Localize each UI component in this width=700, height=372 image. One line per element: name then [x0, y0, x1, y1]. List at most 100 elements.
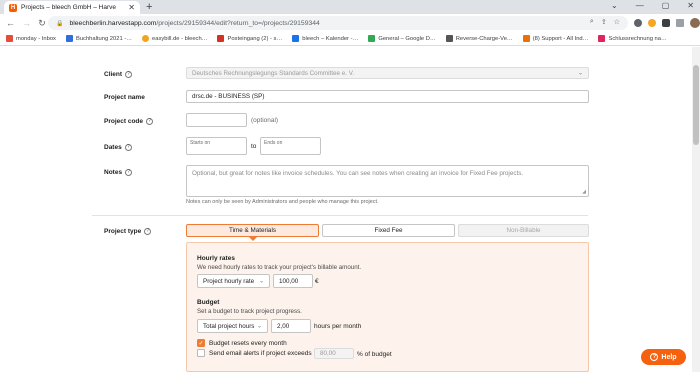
bookmark-item[interactable]: Buchhaltung 2021 -… — [65, 35, 133, 42]
help-icon[interactable]: ? — [124, 143, 132, 151]
project-name-input[interactable]: drsc.de - BUSINESS (SP) — [186, 90, 589, 103]
client-select[interactable]: Deutsches Rechnungslegungs Standards Com… — [186, 67, 589, 79]
hourly-rate-select-value: Project hourly rate — [203, 277, 255, 285]
help-button-label: Help — [661, 353, 677, 361]
new-tab-icon[interactable]: + — [146, 1, 152, 13]
budget-desc: Set a budget to track project progress. — [197, 308, 302, 315]
project-code-label-text: Project code — [104, 117, 144, 125]
currency-symbol: € — [315, 278, 319, 285]
bookmark-favicon-icon — [522, 35, 530, 42]
browser-toolbar: ← → ↻ 🔒 bleechberlin.harvestapp.com/proj… — [0, 14, 700, 32]
bookmark-label: Posteingang (2) - s… — [227, 35, 283, 42]
sidebar-icon[interactable] — [676, 19, 684, 27]
address-bar[interactable]: 🔒 bleechberlin.harvestapp.com/projects/2… — [48, 16, 628, 30]
bookmark-item[interactable]: Posteingang (2) - s… — [217, 35, 282, 42]
email-alert-threshold-input[interactable]: 80,00 — [314, 348, 354, 359]
email-alert-checkbox[interactable] — [197, 349, 205, 357]
tab-close-icon[interactable]: ✕ — [128, 3, 135, 12]
minimize-icon[interactable]: — — [636, 1, 644, 10]
help-button[interactable]: ? Help — [641, 349, 686, 365]
forward-icon[interactable]: → — [22, 18, 31, 28]
notes-textarea[interactable]: Optional, but great for notes like invoi… — [186, 165, 589, 197]
project-type-label: Project type ? — [104, 227, 152, 235]
bookmark-item[interactable]: Reverse-Charge-Ve… — [445, 35, 513, 42]
bookmark-item[interactable]: monday - Inbox — [6, 35, 56, 42]
resize-handle-icon[interactable]: ◢ — [582, 189, 586, 195]
email-alert-suffix: % of budget — [357, 351, 392, 358]
avatar[interactable] — [690, 18, 700, 28]
notes-label-text: Notes — [104, 168, 123, 176]
extension-icons: ⋮ — [634, 18, 700, 28]
budget-title: Budget — [197, 299, 220, 306]
harvest-favicon-icon: H — [9, 3, 17, 12]
chevron-down-icon: ⌄ — [577, 70, 583, 77]
chevron-down-icon[interactable]: ⌄ — [611, 1, 618, 10]
budget-resets-checkbox[interactable]: ✓ — [197, 339, 205, 347]
time-materials-panel: Hourly rates We need hourly rates to tra… — [186, 242, 589, 372]
hourly-rates-desc: We need hourly rates to track your proje… — [197, 264, 362, 271]
help-icon[interactable]: ? — [144, 227, 152, 235]
bookmark-label: easybill.de - bleech… — [152, 35, 208, 42]
project-type-label-text: Project type — [104, 227, 142, 235]
end-date-label: Ends on — [264, 140, 283, 146]
close-window-icon[interactable]: ✕ — [687, 1, 694, 10]
type-fixed-fee-button[interactable]: Fixed Fee — [322, 224, 455, 237]
bookmark-item[interactable]: bleech – Kalender -… — [292, 35, 358, 42]
scrollbar[interactable] — [692, 47, 700, 372]
star-icon[interactable]: ☆ — [614, 18, 620, 26]
maximize-icon[interactable]: ▢ — [662, 1, 670, 10]
bookmark-favicon-icon — [142, 35, 150, 42]
optional-hint: (optional) — [251, 117, 279, 124]
client-label: Client ? — [104, 70, 133, 78]
budget-hours-input[interactable]: 2,00 — [271, 319, 311, 333]
bookmark-item[interactable]: easybill.de - bleech… — [142, 35, 207, 42]
notes-helper: Notes can only be seen by Administrators… — [186, 199, 379, 205]
type-time-materials-button[interactable]: Time & Materials — [186, 224, 319, 237]
hourly-rates-title: Hourly rates — [197, 255, 235, 262]
divider — [92, 215, 588, 216]
project-name-label-text: Project name — [104, 93, 145, 101]
tab-title: Projects – bleech GmbH – Harve — [21, 4, 117, 11]
scroll-thumb[interactable] — [693, 65, 699, 145]
bookmark-label: Reverse-Charge-Ve… — [455, 35, 513, 42]
project-code-input[interactable] — [186, 113, 247, 127]
browser-tab[interactable]: H Projects – bleech GmbH – Harve ✕ — [4, 1, 140, 14]
type-non-billable-label: Non-Billable — [506, 227, 541, 234]
start-date-label: Starts on — [190, 140, 211, 146]
bookmark-label: Buchhaltung 2021 -… — [75, 35, 133, 42]
extension-icon[interactable] — [648, 19, 656, 27]
hourly-rate-input[interactable]: 100,00 — [273, 274, 313, 288]
bookmark-label: bleech – Kalender -… — [302, 35, 359, 42]
budget-type-select[interactable]: Total project hours ⌄ — [197, 319, 268, 333]
puzzle-icon[interactable] — [662, 19, 670, 27]
bookmark-label: (8) Support - All Ind… — [532, 35, 589, 42]
budget-resets-option[interactable]: ✓ Budget resets every month — [197, 339, 287, 347]
back-icon[interactable]: ← — [6, 18, 15, 28]
email-alert-label: Send email alerts if project exceeds — [209, 349, 312, 357]
bookmark-item[interactable]: General – Google D… — [368, 35, 436, 42]
bookmark-item[interactable]: Schlussrechnung na… — [598, 35, 667, 42]
start-date-input[interactable]: Starts on — [186, 137, 247, 155]
selection-caret — [249, 237, 257, 241]
search-icon[interactable]: ⌕ — [590, 18, 594, 26]
project-code-label: Project code ? — [104, 117, 154, 125]
budget-type-select-value: Total project hours — [203, 322, 255, 330]
bookmark-item[interactable]: (8) Support - All Ind… — [522, 35, 589, 42]
window-controls: ⌄ — ▢ ✕ — [611, 1, 694, 10]
email-alert-option[interactable]: Send email alerts if project exceeds — [197, 349, 312, 357]
bookmark-label: monday - Inbox — [16, 35, 56, 42]
extension-icon[interactable] — [634, 19, 642, 27]
browser-tab-strip: H Projects – bleech GmbH – Harve ✕ + ⌄ —… — [0, 0, 700, 14]
help-icon[interactable]: ? — [146, 117, 154, 125]
type-non-billable-button[interactable]: Non-Billable — [458, 224, 589, 237]
budget-unit: hours per month — [314, 323, 362, 330]
question-icon: ? — [650, 353, 659, 361]
end-date-input[interactable]: Ends on — [260, 137, 321, 155]
share-icon[interactable]: ⇪ — [601, 18, 607, 26]
help-icon[interactable]: ? — [125, 168, 133, 176]
lock-icon[interactable]: 🔒 — [56, 20, 63, 27]
reload-icon[interactable]: ↻ — [38, 18, 46, 29]
hourly-rate-value: 100,00 — [279, 277, 299, 285]
hourly-rate-select[interactable]: Project hourly rate ⌄ — [197, 274, 270, 288]
help-icon[interactable]: ? — [125, 70, 133, 78]
